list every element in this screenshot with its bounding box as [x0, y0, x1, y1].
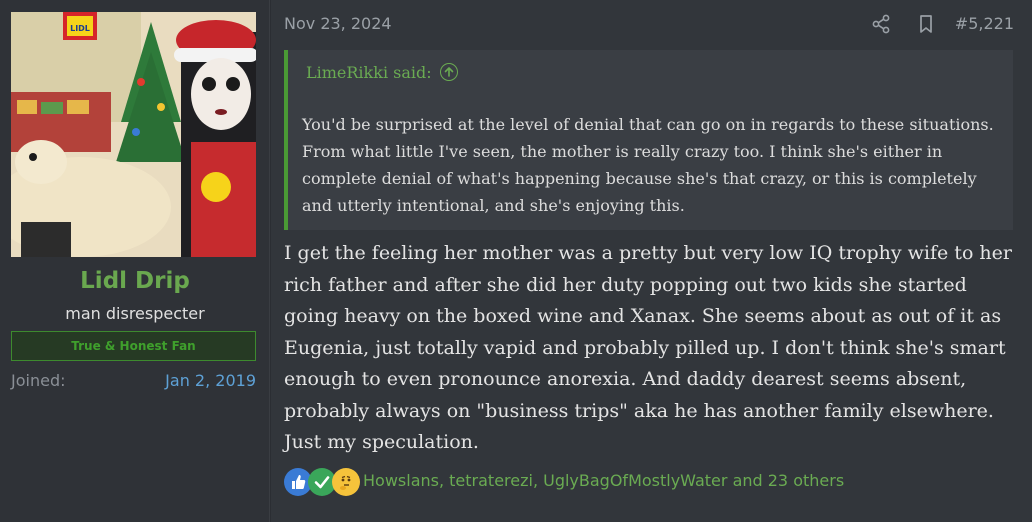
jump-to-quote-icon[interactable]: [439, 63, 458, 81]
user-banner: True & Honest Fan: [11, 331, 256, 361]
user-title: man disrespecter: [65, 304, 205, 323]
joined-date: Jan 2, 2019: [165, 371, 256, 390]
share-icon[interactable]: [871, 14, 891, 34]
joined-row: Joined: Jan 2, 2019: [11, 371, 256, 393]
post-message: I get the feeling her mother was a prett…: [284, 242, 1012, 453]
quote-author[interactable]: LimeRikki said:: [306, 63, 432, 82]
thinking-face-icon[interactable]: [332, 468, 360, 496]
post-number[interactable]: #5,221: [955, 14, 1014, 33]
username[interactable]: Lidl Drip: [0, 268, 270, 294]
quote-header[interactable]: LimeRikki said:: [306, 63, 458, 82]
quote-body: You'd be surprised at the level of denia…: [302, 115, 994, 215]
user-sidebar: LIDL Lidl Drip man disrespecter True & H…: [0, 0, 270, 522]
reaction-users-link[interactable]: Howslans, tetraterezi, UglyBagOfMostlyWa…: [363, 471, 844, 490]
quote-block: LimeRikki said: You'd be surprised at th…: [284, 50, 1013, 230]
svg-text:LIDL: LIDL: [70, 24, 90, 33]
post-date[interactable]: Nov 23, 2024: [284, 14, 392, 33]
post-main: Nov 23, 2024 #5,221 LimeRikki said: You'…: [271, 0, 1032, 522]
joined-label: Joined:: [11, 371, 66, 390]
bookmark-icon[interactable]: [916, 14, 936, 34]
user-avatar[interactable]: LIDL: [11, 12, 256, 257]
